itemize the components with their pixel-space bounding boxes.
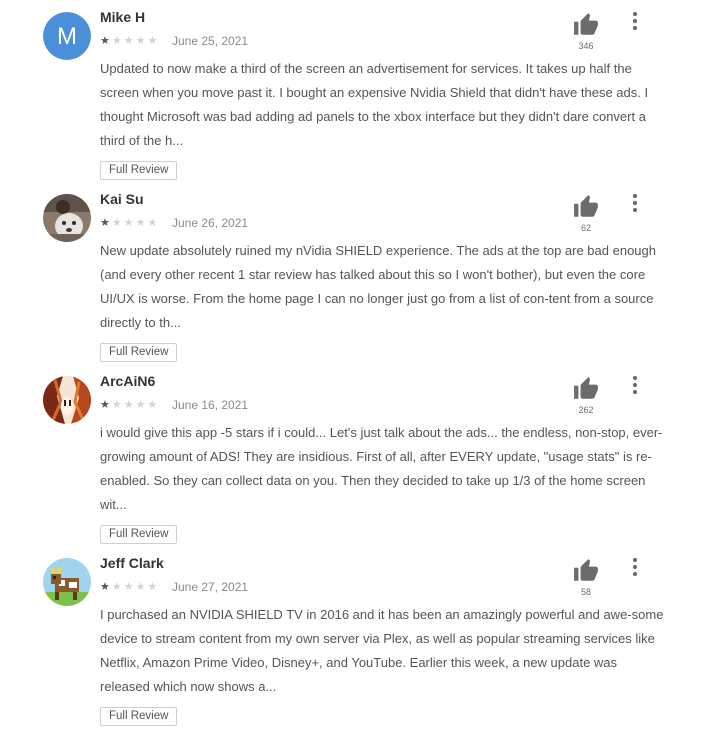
avatar[interactable]: M <box>43 12 91 60</box>
helpful-count: 262 <box>578 405 594 415</box>
helpful-count: 58 <box>580 587 591 597</box>
star-rating: ★★★★★ <box>100 34 159 48</box>
full-review-button[interactable]: Full Review <box>100 525 178 544</box>
avatar-photo-icon <box>43 194 91 242</box>
star-empty-icon: ★★★★ <box>111 399 160 411</box>
review-card: ArcAiN6 ★★★★★ June 16, 2021 262 i would … <box>0 364 708 546</box>
review-date: June 25, 2021 <box>172 34 249 48</box>
review-text: New update absolutely ruined my nVidia S… <box>100 243 656 330</box>
thumbs-up-icon[interactable] <box>573 558 599 584</box>
full-review-button[interactable]: Full Review <box>100 343 178 362</box>
avatar-illustration-icon <box>43 376 91 424</box>
star-filled-icon: ★ <box>100 581 112 593</box>
helpful-count: 346 <box>578 41 594 51</box>
star-filled-icon: ★ <box>100 399 112 411</box>
thumbs-up-icon[interactable] <box>573 376 599 402</box>
review-text: I purchased an NVIDIA SHIELD TV in 2016 … <box>100 607 664 694</box>
review-card: Kai Su ★★★★★ June 26, 2021 62 New update… <box>0 182 708 364</box>
star-filled-icon: ★ <box>100 217 112 229</box>
more-options-icon[interactable] <box>626 558 644 580</box>
review-card: M Mike H ★★★★★ June 25, 2021 346 Updated… <box>0 0 708 182</box>
avatar[interactable] <box>43 558 91 606</box>
author-name: ArcAiN6 <box>100 373 156 389</box>
star-rating: ★★★★★ <box>100 398 159 412</box>
thumbs-up-icon[interactable] <box>573 194 599 220</box>
star-empty-icon: ★★★★ <box>111 217 160 229</box>
thumbs-up-icon[interactable] <box>573 12 599 38</box>
star-empty-icon: ★★★★ <box>111 35 160 47</box>
avatar[interactable] <box>43 376 91 424</box>
star-empty-icon: ★★★★ <box>111 581 160 593</box>
full-review-button[interactable]: Full Review <box>100 707 178 726</box>
author-name: Mike H <box>100 9 146 25</box>
avatar-letter-icon: M <box>43 12 91 60</box>
review-date: June 26, 2021 <box>172 216 249 230</box>
more-options-icon[interactable] <box>626 12 644 34</box>
author-name: Kai Su <box>100 191 144 207</box>
reviews-list: M Mike H ★★★★★ June 25, 2021 346 Updated… <box>0 0 708 733</box>
more-options-icon[interactable] <box>626 376 644 398</box>
review-text: i would give this app -5 stars if i coul… <box>100 425 663 512</box>
avatar-pixel-art-icon <box>43 558 91 606</box>
review-date: June 16, 2021 <box>172 398 249 412</box>
full-review-button[interactable]: Full Review <box>100 161 178 180</box>
star-rating: ★★★★★ <box>100 580 159 594</box>
review-date: June 27, 2021 <box>172 580 249 594</box>
author-name: Jeff Clark <box>100 555 164 571</box>
review-text: Updated to now make a third of the scree… <box>100 61 649 148</box>
helpful-count: 62 <box>580 223 591 233</box>
star-rating: ★★★★★ <box>100 216 159 230</box>
more-options-icon[interactable] <box>626 194 644 216</box>
review-card: Jeff Clark ★★★★★ June 27, 2021 58 I purc… <box>0 546 708 728</box>
avatar[interactable] <box>43 194 91 242</box>
svg-text:M: M <box>57 23 77 50</box>
star-filled-icon: ★ <box>100 35 112 47</box>
